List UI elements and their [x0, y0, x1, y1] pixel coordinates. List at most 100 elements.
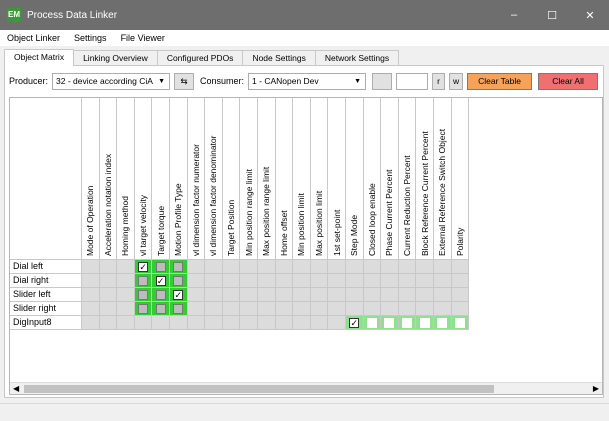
column-header-label: Polarity [454, 227, 465, 256]
link-checkbox[interactable] [454, 317, 465, 328]
matrix-cell [240, 288, 258, 302]
matrix-cell [82, 274, 100, 288]
matrix-cell[interactable] [363, 316, 382, 330]
link-checkbox[interactable] [384, 317, 395, 328]
title-bar: EM Process Data Linker – ☐ ✕ [0, 0, 609, 30]
matrix-cell[interactable] [152, 302, 170, 316]
matrix-cell [82, 302, 100, 316]
matrix-cell [434, 274, 452, 288]
matrix-cell[interactable] [398, 316, 417, 330]
matrix-cell[interactable] [381, 316, 399, 330]
menu-file-viewer[interactable]: File Viewer [114, 33, 172, 43]
tab-linking-overview[interactable]: Linking Overview [73, 50, 158, 66]
scroll-left-icon[interactable]: ◀ [13, 383, 19, 394]
column-header: Max position limit [310, 98, 329, 260]
matrix-cell [328, 288, 346, 302]
link-checkbox[interactable] [402, 317, 413, 328]
matrix-cell [416, 260, 434, 274]
scroll-thumb[interactable] [24, 385, 494, 393]
column-header-label: Min position range limit [243, 169, 254, 256]
matrix-cell [117, 302, 135, 316]
matrix-cell[interactable] [152, 288, 170, 302]
link-checkbox[interactable] [366, 317, 377, 328]
column-header: Acceleration notation index [99, 98, 118, 260]
link-checkbox[interactable] [173, 275, 184, 286]
column-header-label: Phase Current Percent [384, 169, 395, 256]
link-checkbox[interactable] [155, 289, 166, 300]
matrix-cell[interactable]: ✓ [152, 274, 170, 288]
tab-node-settings[interactable]: Node Settings [242, 50, 316, 66]
menu-settings[interactable]: Settings [67, 33, 114, 43]
column-header-label: Target torque [155, 205, 166, 256]
link-checkbox[interactable] [138, 275, 149, 286]
matrix-cell[interactable] [134, 288, 153, 302]
matrix-cell [205, 316, 223, 330]
column-header: Target Position [222, 98, 241, 260]
matrix-cell [258, 316, 276, 330]
matrix-cell[interactable] [170, 260, 188, 274]
producer-select[interactable]: 32 - device according CiA ▼ [52, 72, 171, 90]
tab-object-matrix[interactable]: Object Matrix [4, 49, 75, 66]
matrix-cell[interactable] [134, 302, 153, 316]
link-checkbox[interactable] [173, 261, 184, 272]
link-checkbox[interactable] [138, 303, 149, 314]
matrix-cell [310, 316, 329, 330]
minimize-button[interactable]: – [495, 0, 533, 30]
matrix-cell [416, 274, 434, 288]
matrix-cell[interactable] [416, 316, 434, 330]
tab-network-settings[interactable]: Network Settings [314, 50, 400, 66]
close-button[interactable]: ✕ [571, 0, 609, 30]
blank-button[interactable] [372, 72, 393, 90]
link-checkbox[interactable] [173, 303, 184, 314]
matrix-cell[interactable]: ✓ [134, 260, 153, 274]
clear-table-button[interactable]: Clear Table [467, 72, 533, 90]
matrix-cell[interactable] [152, 260, 170, 274]
swap-button[interactable]: ⇆ [174, 72, 195, 90]
column-header-label: Homing method [120, 195, 131, 256]
column-header-label: Block Reference Current Percent [419, 131, 430, 256]
maximize-button[interactable]: ☐ [533, 0, 571, 30]
chevron-down-icon: ▼ [354, 77, 362, 85]
matrix-cell [187, 274, 206, 288]
matrix-cell[interactable]: ✓ [170, 288, 188, 302]
horizontal-scrollbar[interactable]: ◀ ▶ [10, 382, 602, 394]
tab-configured-pdos[interactable]: Configured PDOs [156, 50, 244, 66]
matrix-cell[interactable] [134, 274, 153, 288]
write-button[interactable]: w [449, 72, 464, 90]
row-header: Dial left [10, 260, 82, 274]
link-checkbox-checked[interactable]: ✓ [173, 289, 184, 300]
matrix-cell [451, 260, 470, 274]
matrix-cell [275, 260, 294, 274]
tab-bar: Object Matrix Linking Overview Configure… [4, 49, 400, 66]
link-checkbox-checked[interactable]: ✓ [349, 317, 360, 328]
object-matrix-panel: Producer: 32 - device according CiA ▼ ⇆ … [4, 65, 604, 398]
link-checkbox-checked[interactable]: ✓ [138, 261, 149, 272]
column-header: Polarity [451, 98, 470, 260]
matrix-cell[interactable] [170, 274, 188, 288]
scroll-right-icon[interactable]: ▶ [593, 383, 599, 394]
link-checkbox[interactable] [155, 303, 166, 314]
matrix-cell [328, 316, 346, 330]
menu-object-linker[interactable]: Object Linker [0, 33, 67, 43]
link-checkbox[interactable] [138, 289, 149, 300]
matrix-cell[interactable] [434, 316, 452, 330]
consumer-select[interactable]: 1 - CANopen Dev ▼ [248, 72, 367, 90]
object-matrix-grid: ◀ ▶ Mode of Operation Acceleration notati… [9, 97, 603, 395]
link-checkbox-checked[interactable]: ✓ [155, 275, 166, 286]
read-button[interactable]: r [432, 72, 446, 90]
matrix-cell [152, 316, 170, 330]
matrix-cell[interactable] [451, 316, 470, 330]
link-checkbox[interactable] [437, 317, 448, 328]
matrix-cell[interactable] [170, 302, 188, 316]
link-checkbox[interactable] [419, 317, 430, 328]
value-input[interactable] [396, 72, 429, 90]
column-header-label: Max position range limit [261, 166, 272, 256]
column-header: Min position limit [293, 98, 311, 260]
link-checkbox[interactable] [155, 261, 166, 272]
matrix-cell[interactable]: ✓ [346, 316, 364, 330]
clear-all-button[interactable]: Clear All [538, 72, 599, 90]
column-header-label: Motion Profile Type [173, 183, 184, 256]
column-header-label: Current Reduction Percent [402, 155, 413, 256]
matrix-cell [398, 288, 417, 302]
matrix-cell [451, 302, 470, 316]
